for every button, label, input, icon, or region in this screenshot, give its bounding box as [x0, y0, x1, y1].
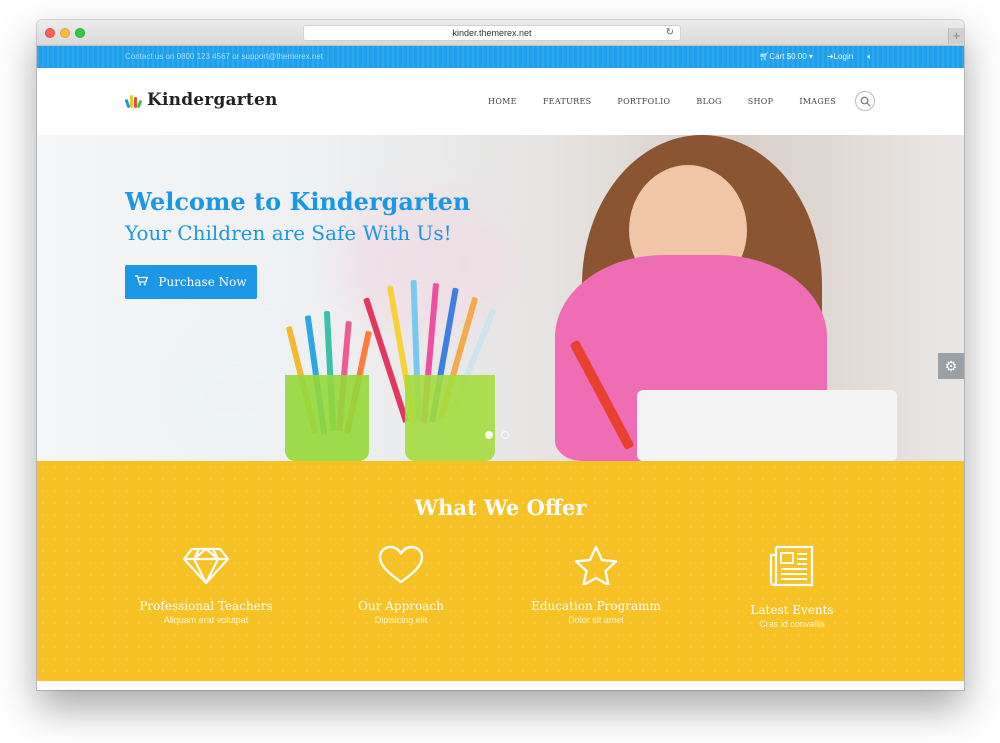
login-icon: ➜ — [826, 52, 834, 61]
main-nav: HOME FEATURES PORTFOLIO BLOG SHOP IMAGES — [462, 68, 836, 135]
feature-subtitle: Aliquam erat volutpat — [163, 615, 249, 625]
logo-text: Kindergarten — [147, 90, 278, 110]
feature-title: Education Programm — [531, 599, 661, 613]
feature-title: Our Approach — [358, 599, 444, 613]
top-bar: Contact us on 0800 123 4567 or support@t… — [37, 46, 964, 68]
cart-link[interactable]: 🛒︎ Cart $0.00 ▾ — [759, 46, 813, 68]
close-window-button[interactable] — [45, 28, 55, 38]
maximize-window-button[interactable] — [75, 28, 85, 38]
diamond-icon — [182, 547, 230, 585]
contact-info: Contact us on 0800 123 4567 or support@t… — [125, 52, 324, 61]
hero-subtitle: Your Children are Safe With Us! — [125, 221, 452, 245]
nav-home[interactable]: HOME — [488, 97, 517, 106]
feature-subtitle: Dolor sit amet — [568, 615, 624, 625]
hand-logo-icon — [124, 92, 143, 109]
site-header: Kindergarten HOME FEATURES PORTFOLIO BLO… — [37, 68, 964, 135]
address-bar[interactable]: kinder.themerex.net ↻ — [303, 25, 681, 41]
slide-dot[interactable] — [485, 431, 493, 439]
url-text: kinder.themerex.net — [452, 28, 532, 38]
what-we-offer-section: What We Offer Professional Teachers Aliq… — [37, 461, 964, 681]
feature-title: Professional Teachers — [139, 599, 273, 613]
cart-icon — [135, 275, 149, 289]
nav-shop[interactable]: SHOP — [748, 97, 774, 106]
section-title: What We Offer — [414, 495, 587, 520]
browser-window: kinder.themerex.net ↻ + Contact us on 08… — [37, 20, 964, 690]
hero-slider: Welcome to Kindergarten Your Children ar… — [37, 135, 964, 461]
login-label: Login — [833, 52, 854, 61]
nav-features[interactable]: FEATURES — [543, 97, 592, 106]
feature-education-programm[interactable]: Education Programm Dolor sit amet — [506, 545, 686, 625]
feature-professional-teachers[interactable]: Professional Teachers Aliquam erat volut… — [116, 545, 296, 625]
sound-icon[interactable]: 🔈︎ — [867, 46, 872, 68]
feature-subtitle: Dipisicing elit — [374, 615, 428, 625]
feature-subtitle: Cras id convallis — [759, 619, 825, 629]
slide-dot[interactable] — [501, 431, 509, 439]
hero-title: Welcome to Kindergarten — [125, 187, 471, 216]
cart-label: Cart $0.00 — [769, 52, 807, 61]
search-icon — [860, 96, 871, 107]
slider-pagination — [485, 431, 509, 439]
cart-icon: 🛒︎ — [759, 52, 770, 61]
star-icon — [574, 545, 618, 585]
newspaper-icon — [769, 545, 814, 587]
search-button[interactable] — [855, 91, 875, 111]
login-link[interactable]: ➜ Login — [827, 46, 853, 68]
heart-icon — [378, 545, 424, 584]
nav-images[interactable]: IMAGES — [799, 97, 836, 106]
browser-toolbar: kinder.themerex.net ↻ + — [37, 20, 964, 46]
top-bar-actions: 🛒︎ Cart $0.00 ▾ ➜ Login 🔈︎ — [759, 46, 872, 68]
feature-latest-events[interactable]: Latest Events Cras id convallis — [702, 545, 882, 629]
new-tab-button[interactable]: + — [948, 28, 964, 44]
reload-icon[interactable]: ↻ — [666, 26, 674, 40]
site-logo[interactable]: Kindergarten — [124, 90, 278, 110]
nav-portfolio[interactable]: PORTFOLIO — [617, 97, 670, 106]
settings-gear-icon[interactable]: ⚙ — [938, 353, 964, 379]
purchase-button-label: Purchase Now — [158, 275, 247, 289]
feature-title: Latest Events — [750, 603, 834, 617]
page-footer-edge — [37, 681, 964, 690]
nav-blog[interactable]: BLOG — [696, 97, 721, 106]
paper — [637, 390, 897, 461]
minimize-window-button[interactable] — [60, 28, 70, 38]
feature-our-approach[interactable]: Our Approach Dipisicing elit — [311, 545, 491, 625]
purchase-button[interactable]: Purchase Now — [125, 265, 257, 299]
